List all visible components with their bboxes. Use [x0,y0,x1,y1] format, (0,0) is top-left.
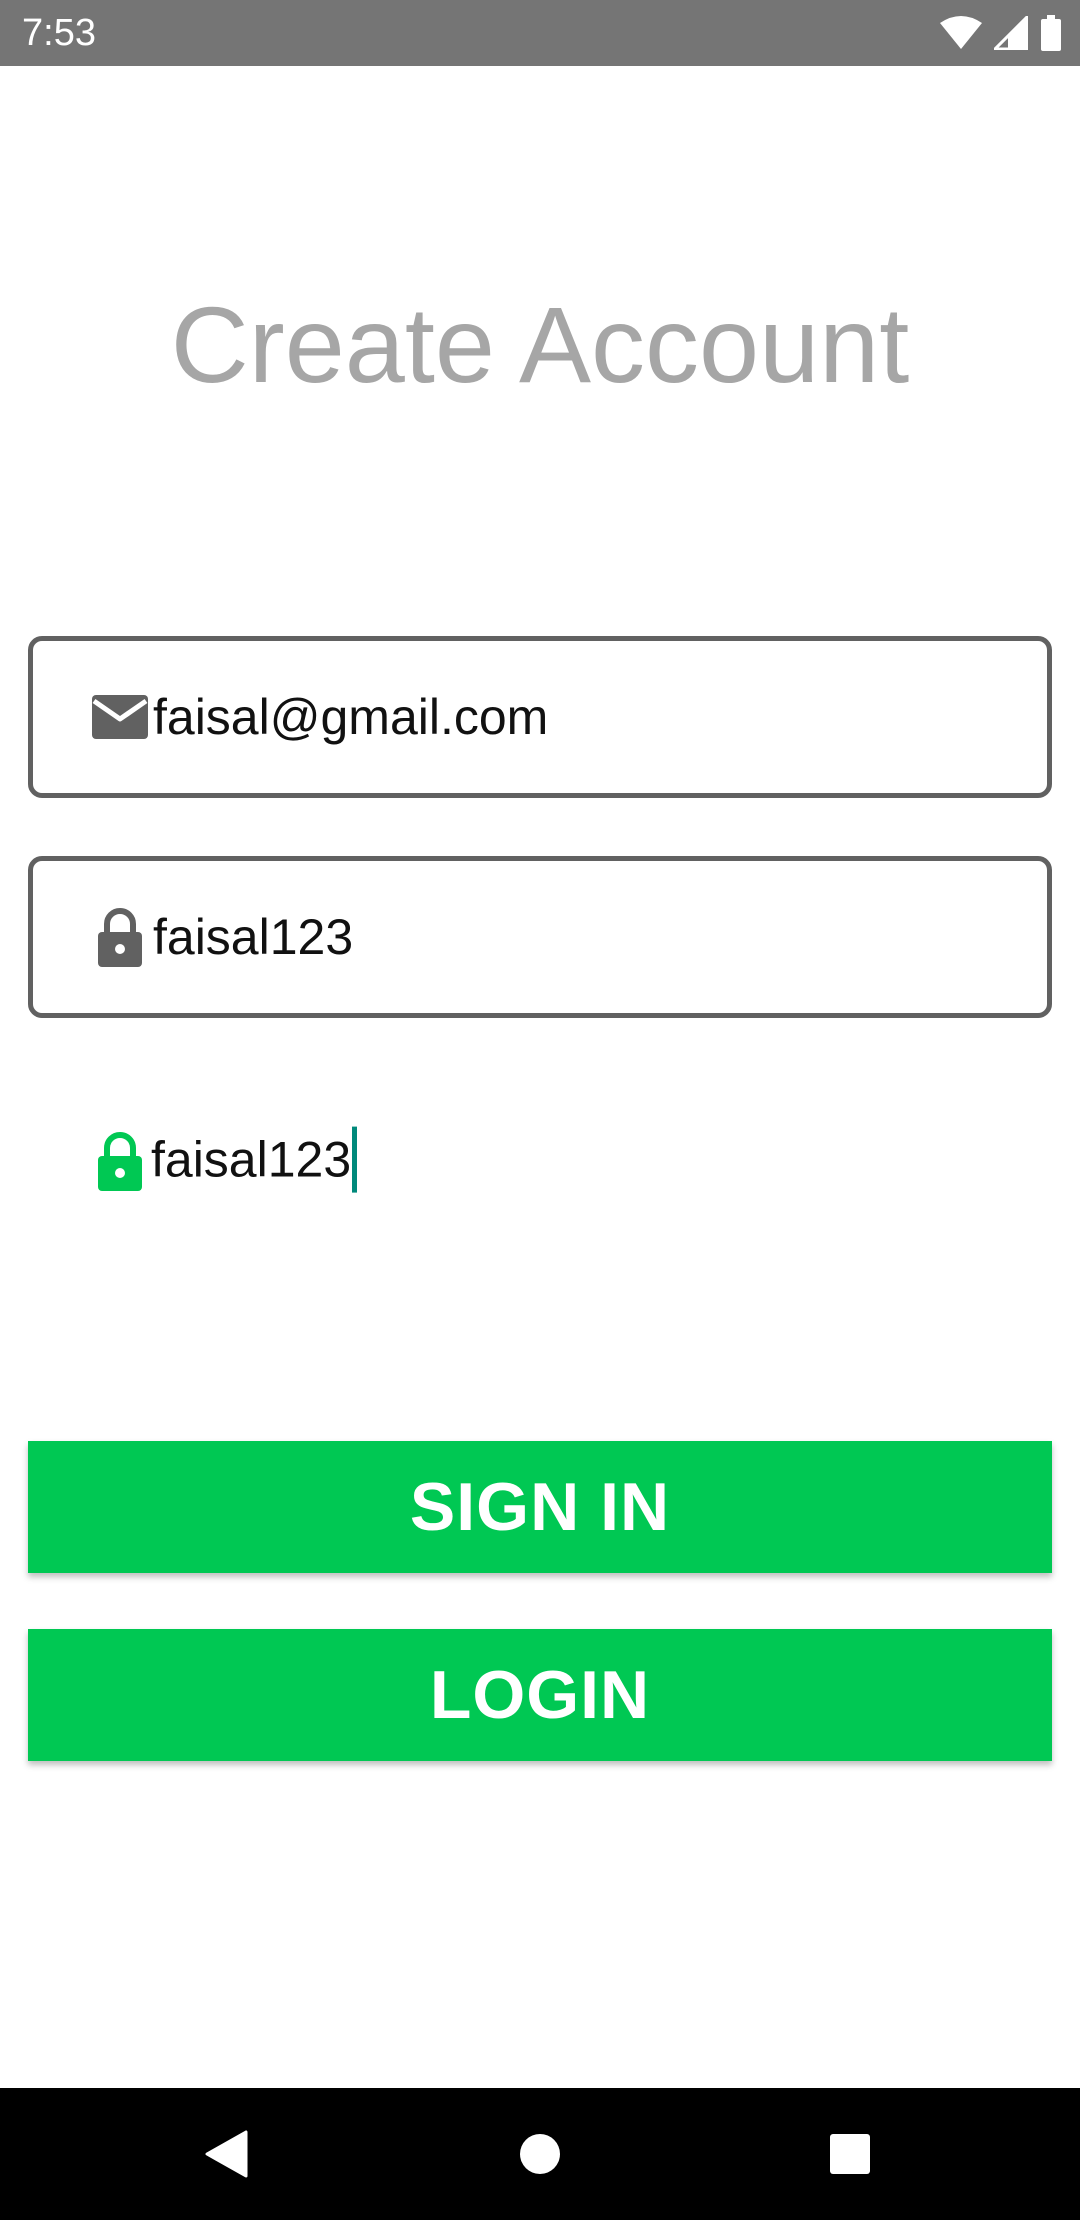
email-icon [88,685,152,749]
wifi-icon [940,16,982,50]
status-bar: 7:53 [0,0,1080,66]
battery-icon [1040,15,1062,51]
back-button[interactable] [160,2088,292,2220]
cellular-signal-icon [994,16,1028,50]
home-icon [519,2133,561,2175]
lock-icon [88,1129,152,1193]
back-icon [204,2130,248,2178]
page-title: Create Account [170,284,910,405]
password-field[interactable]: faisal123 [28,856,1052,1018]
confirm-password-text: faisal123 [151,1131,352,1188]
sign-in-button[interactable]: SIGN IN [28,1441,1052,1573]
confirm-password-value: faisal123 [151,1126,358,1193]
text-cursor [352,1126,358,1193]
recents-button[interactable] [784,2088,916,2220]
lock-icon [88,905,152,969]
password-value: faisal123 [153,909,354,965]
home-button[interactable] [474,2088,606,2220]
confirm-password-field[interactable]: faisal123 [28,1080,1052,1242]
email-field[interactable]: faisal@gmail.com [28,636,1052,798]
login-button[interactable]: LOGIN [28,1629,1052,1761]
email-value: faisal@gmail.com [153,689,549,745]
status-time: 7:53 [22,12,96,54]
status-icons [940,14,1062,52]
navigation-bar [0,2088,1080,2220]
recents-icon [830,2134,870,2174]
create-account-screen: 7:53 Create Account faisal@gmail.com fai… [0,0,1080,2220]
